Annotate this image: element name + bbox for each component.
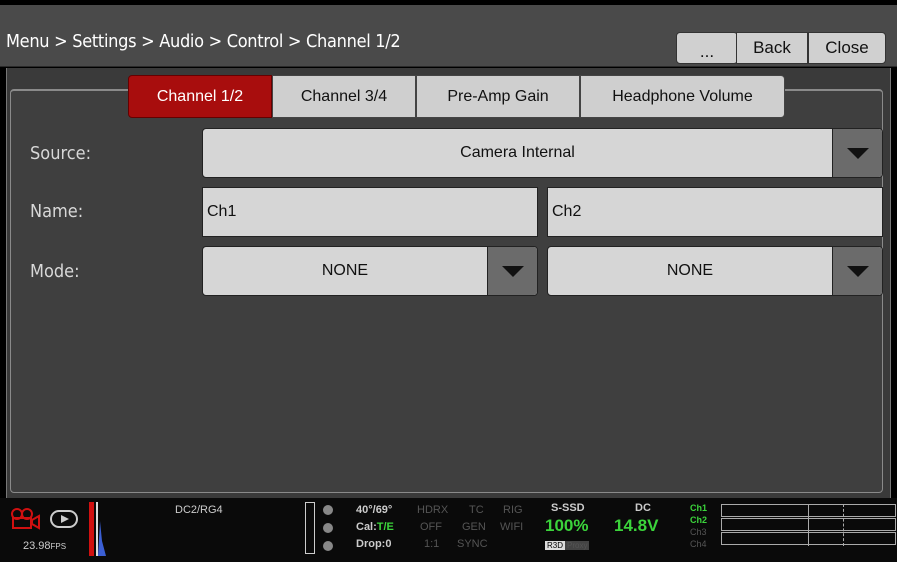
histogram: [89, 502, 106, 556]
name-ch1-field[interactable]: Ch1: [202, 187, 538, 237]
close-button[interactable]: Close: [808, 32, 886, 64]
chevron-down-icon[interactable]: [832, 247, 882, 295]
hdrx-label: HDRX: [417, 504, 449, 516]
channel-2-indicator: Ch2: [690, 515, 708, 525]
rig-label: RIG: [503, 504, 523, 516]
source-label: Source:: [30, 143, 92, 164]
tab-pre-amp-gain[interactable]: Pre-Amp Gain: [416, 75, 580, 118]
status-dot: [323, 505, 333, 515]
chevron-down-icon[interactable]: [832, 129, 882, 177]
channel-4-indicator: Ch4: [690, 539, 707, 549]
breadcrumb: Menu > Settings > Audio > Control > Chan…: [6, 31, 401, 52]
source-value: Camera Internal: [460, 144, 575, 161]
power-label: DC: [635, 502, 651, 514]
genlock-label: GEN: [462, 521, 486, 533]
hdrx-value: OFF: [420, 521, 442, 533]
channel-3-indicator: Ch3: [690, 527, 707, 537]
tab-channel-1-2[interactable]: Channel 1/2: [128, 75, 272, 118]
mode-ch1-dropdown[interactable]: NONE: [202, 246, 538, 296]
power-value: 14.8V: [614, 516, 659, 535]
sync-label: SYNC: [457, 538, 488, 550]
audio-level-indicator: [305, 502, 315, 554]
tab-channel-3-4[interactable]: Channel 3/4: [272, 75, 416, 118]
more-button[interactable]: ...: [676, 32, 738, 64]
fps-value: 23.98FPS: [23, 540, 67, 552]
project-label: DC2/RG4: [175, 504, 223, 516]
media-label: S-SSD: [551, 502, 585, 514]
media-value: 100%: [545, 516, 589, 535]
temperature: 40°/69°: [356, 504, 393, 516]
name-ch2-field[interactable]: Ch2: [547, 187, 883, 237]
tab-headphone-volume[interactable]: Headphone Volume: [580, 75, 785, 118]
source-dropdown[interactable]: Camera Internal: [202, 128, 883, 178]
meter-marker: [843, 504, 844, 546]
mode-label: Mode:: [30, 261, 80, 282]
wifi-label: WIFI: [500, 521, 524, 533]
proxy-badge: Proxy: [565, 541, 590, 550]
name-label: Name:: [30, 201, 84, 222]
meter-marker: [808, 504, 809, 546]
chevron-down-icon[interactable]: [487, 247, 537, 295]
mode-ch2-dropdown[interactable]: NONE: [547, 246, 883, 296]
mode-ch1-value: NONE: [321, 262, 369, 279]
status-dot: [323, 523, 333, 533]
calibration: Cal:T/E: [356, 521, 394, 533]
aspect-ratio: 1:1: [424, 538, 440, 550]
title-bar: Menu > Settings > Audio > Control > Chan…: [0, 5, 897, 67]
mode-ch2-value: NONE: [666, 262, 714, 279]
timecode-label: TC: [469, 504, 484, 516]
back-button[interactable]: Back: [736, 32, 808, 64]
r3d-badge: R3D: [545, 541, 566, 550]
status-bar: 23.98FPS DC2/RG4 40°/69° Cal:T/E Drop:0 …: [0, 498, 897, 562]
channel-1-indicator: Ch1: [690, 503, 708, 513]
status-dot: [323, 541, 333, 551]
dropped-frames: Drop:0: [356, 538, 392, 550]
play-icon[interactable]: [50, 510, 78, 528]
